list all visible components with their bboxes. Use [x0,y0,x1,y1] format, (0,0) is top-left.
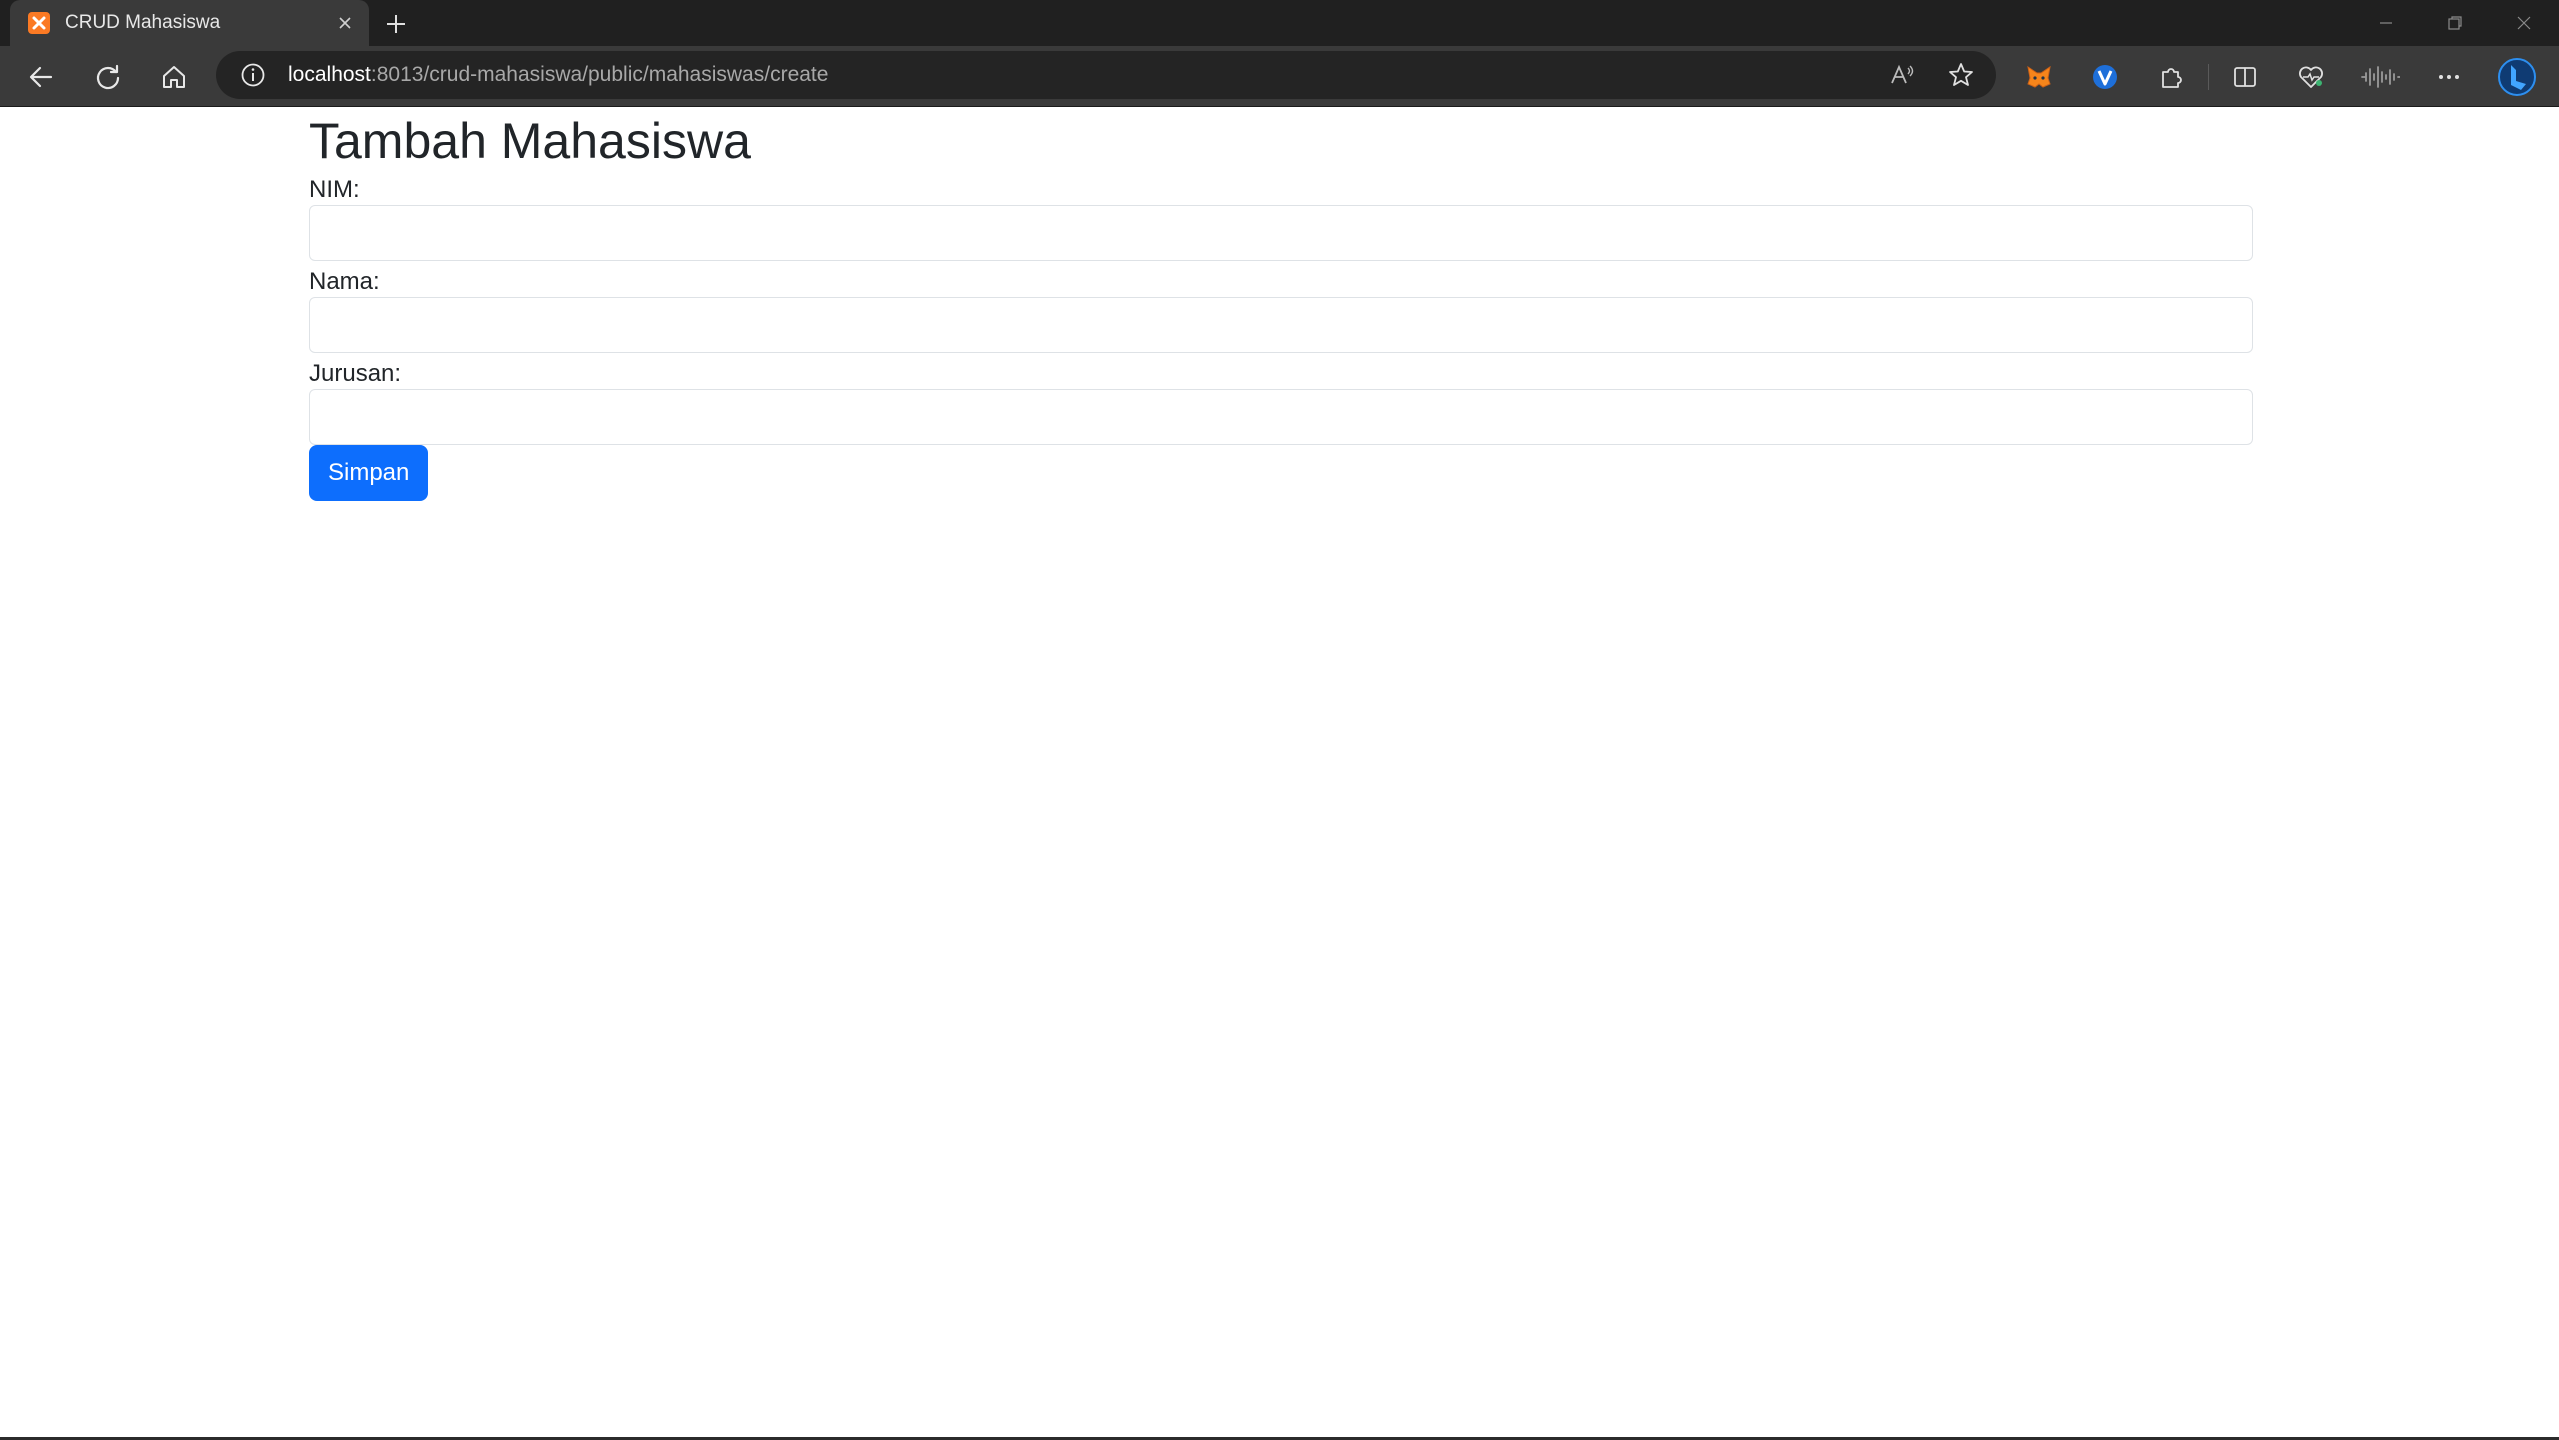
back-arrow-icon[interactable] [20,56,62,98]
address-bar[interactable]: localhost:8013/crud-mahasiswa/public/mah… [216,51,1996,99]
xampp-icon [28,12,50,34]
new-tab-plus-icon[interactable] [381,9,411,39]
minimize-icon[interactable] [2356,4,2416,42]
url-host: localhost [288,63,371,86]
home-icon[interactable] [153,56,195,98]
nim-label: NIM: [309,176,360,203]
browser-toolbar: localhost:8013/crud-mahasiswa/public/mah… [0,46,2559,107]
bing-copilot-icon[interactable] [2496,56,2538,98]
info-icon[interactable] [238,60,268,90]
extensions-puzzle-icon[interactable] [2150,56,2192,98]
jurusan-input[interactable] [309,389,2253,445]
page-title: Tambah Mahasiswa [309,113,751,169]
restore-icon[interactable] [2425,4,2485,42]
tab-strip: CRUD Mahasiswa [0,0,2559,46]
waveform-icon[interactable] [2359,56,2401,98]
close-window-icon[interactable] [2494,4,2554,42]
browser-essentials-heart-icon[interactable] [2290,56,2332,98]
nama-input[interactable] [309,297,2253,353]
split-screen-icon[interactable] [2224,56,2266,98]
browser-tab[interactable]: CRUD Mahasiswa [10,0,369,46]
metamask-fox-icon[interactable] [2018,56,2060,98]
create-form-container: Tambah Mahasiswa NIM: Nama: Jurusan: Sim… [309,107,2253,501]
simpan-button[interactable]: Simpan [309,445,429,501]
favorite-star-icon[interactable] [1943,57,1979,93]
more-options-icon[interactable] [2428,56,2470,98]
mahasiswa-form: NIM: Nama: Jurusan: Simpan [309,175,2253,501]
toolbar-separator [2208,64,2209,90]
close-tab-icon[interactable] [333,11,357,35]
url-path: :8013/crud-mahasiswa/public/mahasiswas/c… [370,63,829,86]
refresh-icon[interactable] [87,56,129,98]
read-aloud-icon[interactable] [1884,57,1920,93]
v-extension-icon[interactable] [2084,56,2126,98]
url-text[interactable]: localhost:8013/crud-mahasiswa/public/mah… [288,63,828,87]
jurusan-label: Jurusan: [309,360,402,387]
tab-title: CRUD Mahasiswa [65,12,221,33]
nim-input[interactable] [309,205,2253,261]
nama-label: Nama: [309,268,380,295]
